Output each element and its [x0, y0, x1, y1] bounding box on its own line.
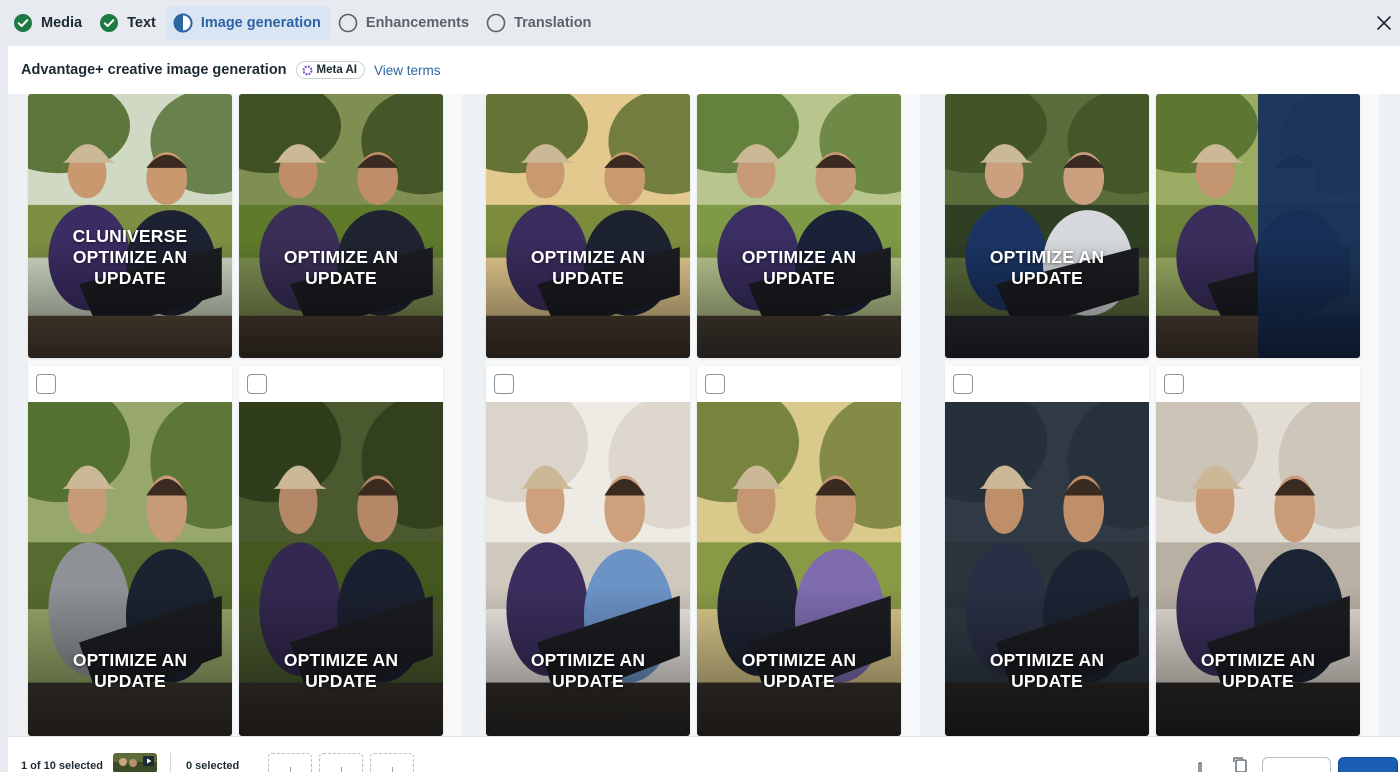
overlay-headline: OPTIMIZE AN UPDATE — [530, 650, 646, 691]
primary-button[interactable] — [1338, 757, 1398, 772]
step-enhancements[interactable]: Enhancements — [331, 6, 479, 40]
select-checkbox[interactable] — [705, 374, 725, 394]
step-label: Image generation — [200, 15, 321, 31]
video-thumbnail-icon — [113, 753, 157, 772]
step-media[interactable]: Media — [6, 6, 92, 40]
step-label: Enhancements — [365, 15, 470, 31]
empty-circle-icon — [486, 13, 506, 33]
check-circle-icon — [100, 14, 119, 32]
generated-image-card[interactable]: OPTIMIZE AN UPDATE — [486, 94, 690, 358]
variation-group: CLUNIVERSE OPTIMIZE AN UPDATE OPTIMIZE AN… — [28, 94, 462, 736]
select-checkbox[interactable] — [247, 374, 267, 394]
image-preview[interactable]: OPTIMIZE AN UPDATE — [239, 402, 443, 736]
generated-image-card[interactable]: OPTIMIZE AN UPDATE — [239, 366, 443, 736]
step-label: Translation — [514, 15, 592, 31]
half-circle-progress-icon — [173, 13, 193, 33]
selection-footer: 1 of 10 selected 0 selected — [8, 736, 1400, 772]
footer-divider — [170, 753, 171, 772]
view-terms-link[interactable]: View terms — [374, 63, 441, 78]
step-image-generation[interactable]: Image generation — [165, 6, 331, 40]
step-label: Media — [41, 15, 83, 31]
overlay-headline: OPTIMIZE AN UPDATE — [989, 247, 1105, 288]
meta-ai-icon — [302, 65, 312, 75]
hand-icon[interactable] — [1193, 757, 1209, 772]
generated-image-card[interactable]: OPTIMIZE AN UPDATE — [945, 366, 1149, 736]
select-checkbox[interactable] — [1164, 374, 1184, 394]
image-preview[interactable]: OPTIMIZE AN UPDATE — [697, 94, 901, 358]
generated-image-card[interactable]: OPTIMIZE AN UPDATE — [1156, 366, 1360, 736]
secondary-button[interactable] — [1262, 757, 1331, 772]
empty-circle-icon — [338, 13, 358, 33]
selected-media-thumbnail[interactable] — [113, 753, 157, 772]
overlay-headline: CLUNIVERSE OPTIMIZE AN UPDATE — [72, 226, 188, 288]
close-icon[interactable] — [1372, 11, 1396, 35]
step-translation[interactable]: Translation — [479, 6, 601, 40]
overlay-headline: OPTIMIZE AN UPDATE — [741, 650, 857, 691]
bottom-gradient — [1156, 239, 1360, 358]
generated-image-card[interactable]: OPTIMIZE AN UPDATE — [28, 366, 232, 736]
generated-image-card[interactable] — [1156, 94, 1360, 358]
overlay-headline: OPTIMIZE AN UPDATE — [1200, 650, 1316, 691]
image-preview[interactable]: OPTIMIZE AN UPDATE — [28, 402, 232, 736]
generated-image-card[interactable]: CLUNIVERSE OPTIMIZE AN UPDATE — [28, 94, 232, 358]
meta-ai-badge: Meta AI — [295, 61, 366, 79]
overlay-headline: OPTIMIZE AN UPDATE — [530, 247, 646, 288]
generated-image-card[interactable]: OPTIMIZE AN UPDATE — [945, 94, 1149, 358]
overlay-headline: OPTIMIZE AN UPDATE — [989, 650, 1105, 691]
badge-label: Meta AI — [316, 64, 358, 76]
overlay-headline: OPTIMIZE AN UPDATE — [283, 650, 399, 691]
image-preview[interactable]: OPTIMIZE AN UPDATE — [239, 94, 443, 358]
selected-count: 1 of 10 selected — [21, 760, 103, 772]
copy-icon[interactable] — [1232, 757, 1248, 772]
plus-icon — [290, 767, 291, 772]
select-checkbox[interactable] — [953, 374, 973, 394]
variation-group: OPTIMIZE AN UPDATE OPTIMIZE AN UPDATE OPTI… — [945, 94, 1379, 736]
step-text[interactable]: Text — [92, 6, 166, 40]
overlay-headline: OPTIMIZE AN UPDATE — [741, 247, 857, 288]
image-preview[interactable]: OPTIMIZE AN UPDATE — [945, 402, 1149, 736]
overlay-headline: OPTIMIZE AN UPDATE — [283, 247, 399, 288]
generated-selected-count: 0 selected — [186, 760, 240, 772]
progress-stepper: Media Text Image generation Enhancements… — [0, 0, 1400, 46]
select-checkbox[interactable] — [36, 374, 56, 394]
generated-image-card[interactable]: OPTIMIZE AN UPDATE — [486, 366, 690, 736]
variation-group: OPTIMIZE AN UPDATE OPTIMIZE AN UPDATE OPTI… — [486, 94, 920, 736]
empty-image-slot[interactable] — [268, 753, 312, 772]
empty-image-slot[interactable] — [319, 753, 363, 772]
generated-image-card[interactable]: OPTIMIZE AN UPDATE — [697, 94, 901, 358]
select-checkbox[interactable] — [494, 374, 514, 394]
plus-icon — [341, 767, 342, 772]
image-preview[interactable]: OPTIMIZE AN UPDATE — [1156, 402, 1360, 736]
image-preview[interactable]: CLUNIVERSE OPTIMIZE AN UPDATE — [28, 94, 232, 358]
image-generation-panel: Advantage+ creative image generation Met… — [8, 46, 1400, 772]
image-preview[interactable]: OPTIMIZE AN UPDATE — [945, 94, 1149, 358]
step-label: Text — [127, 15, 156, 31]
panel-title: Advantage+ creative image generation — [21, 62, 287, 78]
generated-image-card[interactable]: OPTIMIZE AN UPDATE — [697, 366, 901, 736]
generated-image-grid: CLUNIVERSE OPTIMIZE AN UPDATE OPTIMIZE AN… — [8, 94, 1400, 736]
plus-icon — [392, 767, 393, 772]
generated-image-card[interactable]: OPTIMIZE AN UPDATE — [239, 94, 443, 358]
overlay-headline: OPTIMIZE AN UPDATE — [72, 650, 188, 691]
empty-image-slot[interactable] — [370, 753, 414, 772]
image-preview[interactable]: OPTIMIZE AN UPDATE — [486, 94, 690, 358]
panel-header: Advantage+ creative image generation Met… — [8, 46, 1400, 94]
image-preview[interactable] — [1156, 94, 1360, 358]
image-preview[interactable]: OPTIMIZE AN UPDATE — [697, 402, 901, 736]
image-preview[interactable]: OPTIMIZE AN UPDATE — [486, 402, 690, 736]
check-circle-icon — [14, 14, 32, 32]
